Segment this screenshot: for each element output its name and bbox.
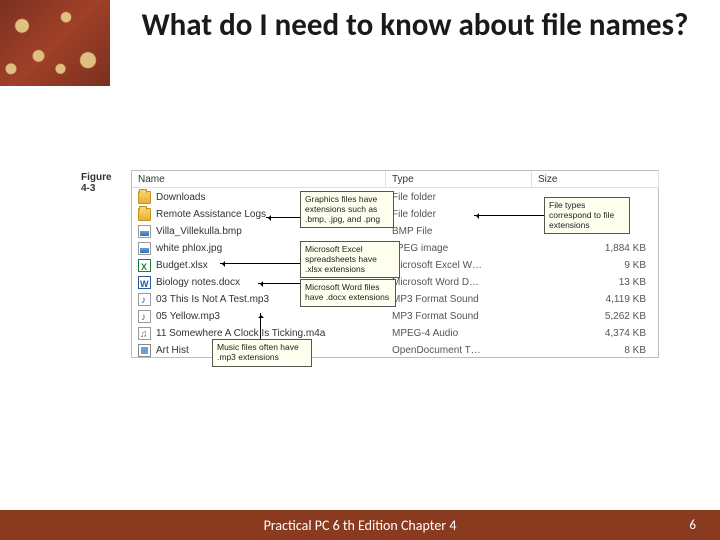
file-size: 8 KB [624,342,646,359]
file-name: 05 Yellow.mp3 [156,308,220,325]
page-number: 6 [689,518,696,533]
file-name: Art Hist [156,342,189,359]
folder-icon [138,208,151,221]
arrow-icon [220,263,300,264]
file-size: 5,262 KB [605,308,646,325]
file-type: MP3 Format Sound [392,308,479,325]
column-header-name: Name [132,171,386,188]
file-size: 4,374 KB [605,325,646,342]
figure-label: Figure 4-3 [81,172,112,194]
file-name: Biology notes.docx [156,274,240,291]
file-size: 13 KB [619,274,646,291]
file-name: white phlox.jpg [156,240,222,257]
file-type: OpenDocument T… [392,342,481,359]
callout-word: Microsoft Word files have .docx extensio… [300,279,396,307]
mp3-icon [138,293,151,306]
file-size: 9 KB [624,257,646,274]
table-row: 11 Somewhere A Clock Is Ticking.m4aMPEG-… [132,325,658,342]
table-row: Art Hist OpenDocument T… 8 KB [132,342,658,359]
decorative-corner-image [0,0,110,86]
callout-types: File types correspond to file extensions [544,197,630,234]
file-type: File folder [392,189,436,206]
file-name: 03 This Is Not A Test.mp3 [156,291,269,308]
file-name: Villa_Villekulla.bmp [156,223,242,240]
docx-icon [138,276,151,289]
odt-icon [138,344,151,357]
file-size: 4,119 KB [606,291,646,308]
file-type: JPEG image [392,240,448,257]
file-type: File folder [392,206,436,223]
bmp-icon [138,225,151,238]
column-header-type: Type [386,171,532,188]
callout-music: Music files often have .mp3 extensions [212,339,312,367]
file-type: MPEG-4 Audio [392,325,458,342]
arrow-icon [260,313,261,339]
footer-title: Practical PC 6 th Edition Chapter 4 [0,517,720,534]
file-list-pane: Name Type Size Downloads File folder Remot… [131,170,659,358]
file-name: Remote Assistance Logs [156,206,266,223]
callout-graphics: Graphics files have extensions such as .… [300,191,394,228]
file-type: Microsoft Word D… [392,274,479,291]
arrow-icon [258,283,300,284]
file-type: Microsoft Excel W… [392,257,482,274]
mp3-icon [138,310,151,323]
slide: What do I need to know about file names?… [0,0,720,540]
footer: Practical PC 6 th Edition Chapter 4 6 [0,510,720,540]
file-type: MP3 Format Sound [392,291,479,308]
column-header-size: Size [532,171,659,188]
arrow-icon [266,217,300,218]
callout-excel: Microsoft Excel spreadsheets have .xlsx … [300,241,400,278]
file-name: Budget.xlsx [156,257,208,274]
m4a-icon [138,327,151,340]
xlsx-icon [138,259,151,272]
table-row: 05 Yellow.mp3 MP3 Format Sound 5,262 KB [132,308,658,325]
slide-title: What do I need to know about file names? [130,8,700,44]
file-type: BMP File [392,223,432,240]
jpg-icon [138,242,151,255]
arrow-icon [474,215,544,216]
folder-icon [138,191,151,204]
file-size: 1,884 KB [605,240,646,257]
file-name: Downloads [156,189,205,206]
